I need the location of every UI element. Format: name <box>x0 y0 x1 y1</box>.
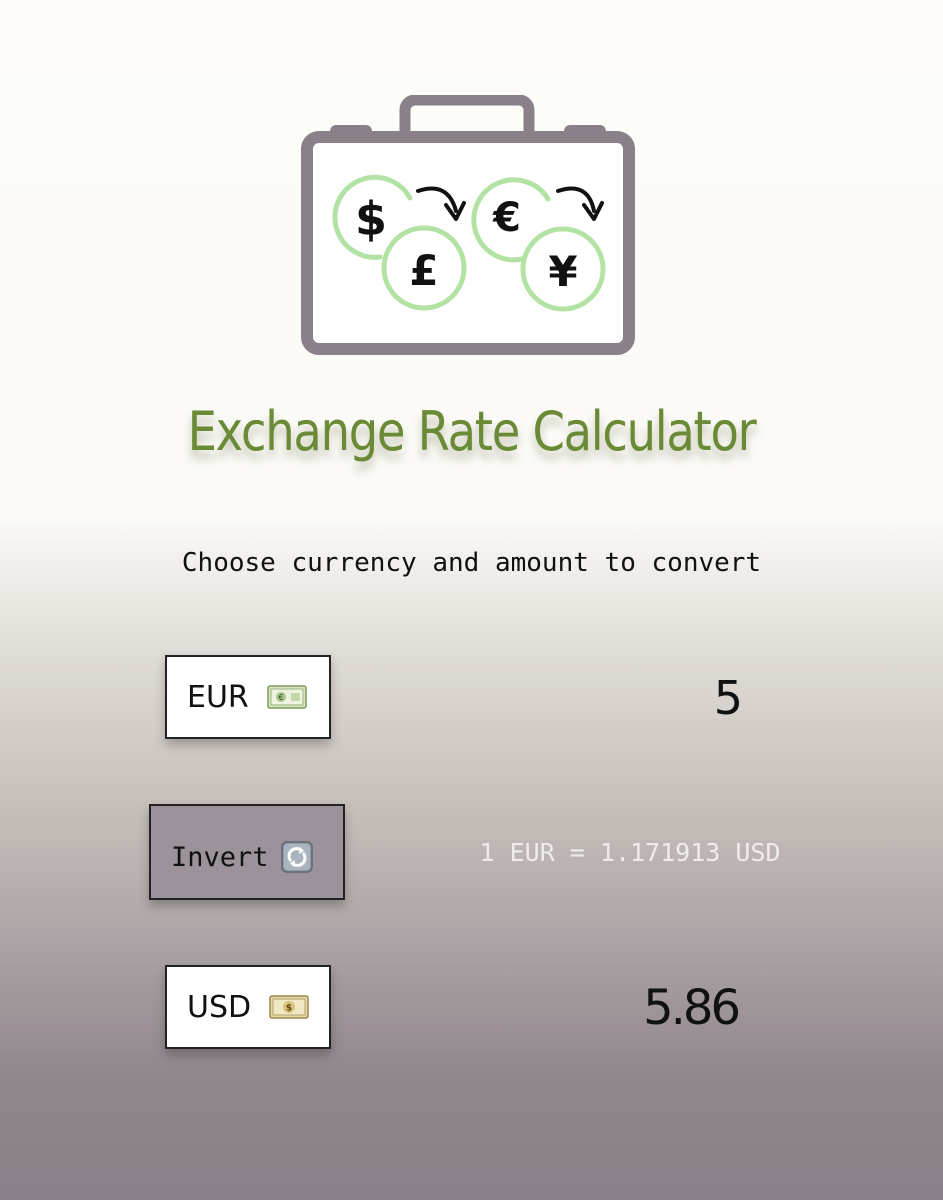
counterclockwise-arrows-icon <box>280 841 313 873</box>
page-title: Exchange Rate Calculator <box>187 400 757 463</box>
from-currency-code: EUR <box>187 679 249 715</box>
instruction-text: Choose currency and amount to convert <box>181 548 762 578</box>
euro-banknote-icon: € <box>267 685 307 709</box>
to-amount-output: 5.86 <box>643 980 741 1036</box>
from-currency-select[interactable]: EUR € <box>165 655 331 739</box>
dollar-banknote-icon: $ <box>269 995 309 1019</box>
from-amount-input[interactable] <box>520 670 744 726</box>
svg-text:$: $ <box>286 1004 292 1014</box>
svg-text:$: $ <box>355 192 387 246</box>
svg-text:€: € <box>492 195 521 241</box>
exchange-rate-text: 1 EUR = 1.171913 USD <box>479 838 781 867</box>
invert-button-label: Invert <box>171 841 269 873</box>
briefcase-currency-logo: $ £ € ¥ <box>301 95 635 355</box>
to-currency-code: USD <box>187 989 252 1025</box>
svg-text:¥: ¥ <box>548 247 577 296</box>
invert-button[interactable]: Invert <box>149 804 345 900</box>
to-currency-select[interactable]: USD $ <box>165 965 331 1049</box>
svg-text:€: € <box>278 693 283 702</box>
svg-text:£: £ <box>409 246 438 295</box>
